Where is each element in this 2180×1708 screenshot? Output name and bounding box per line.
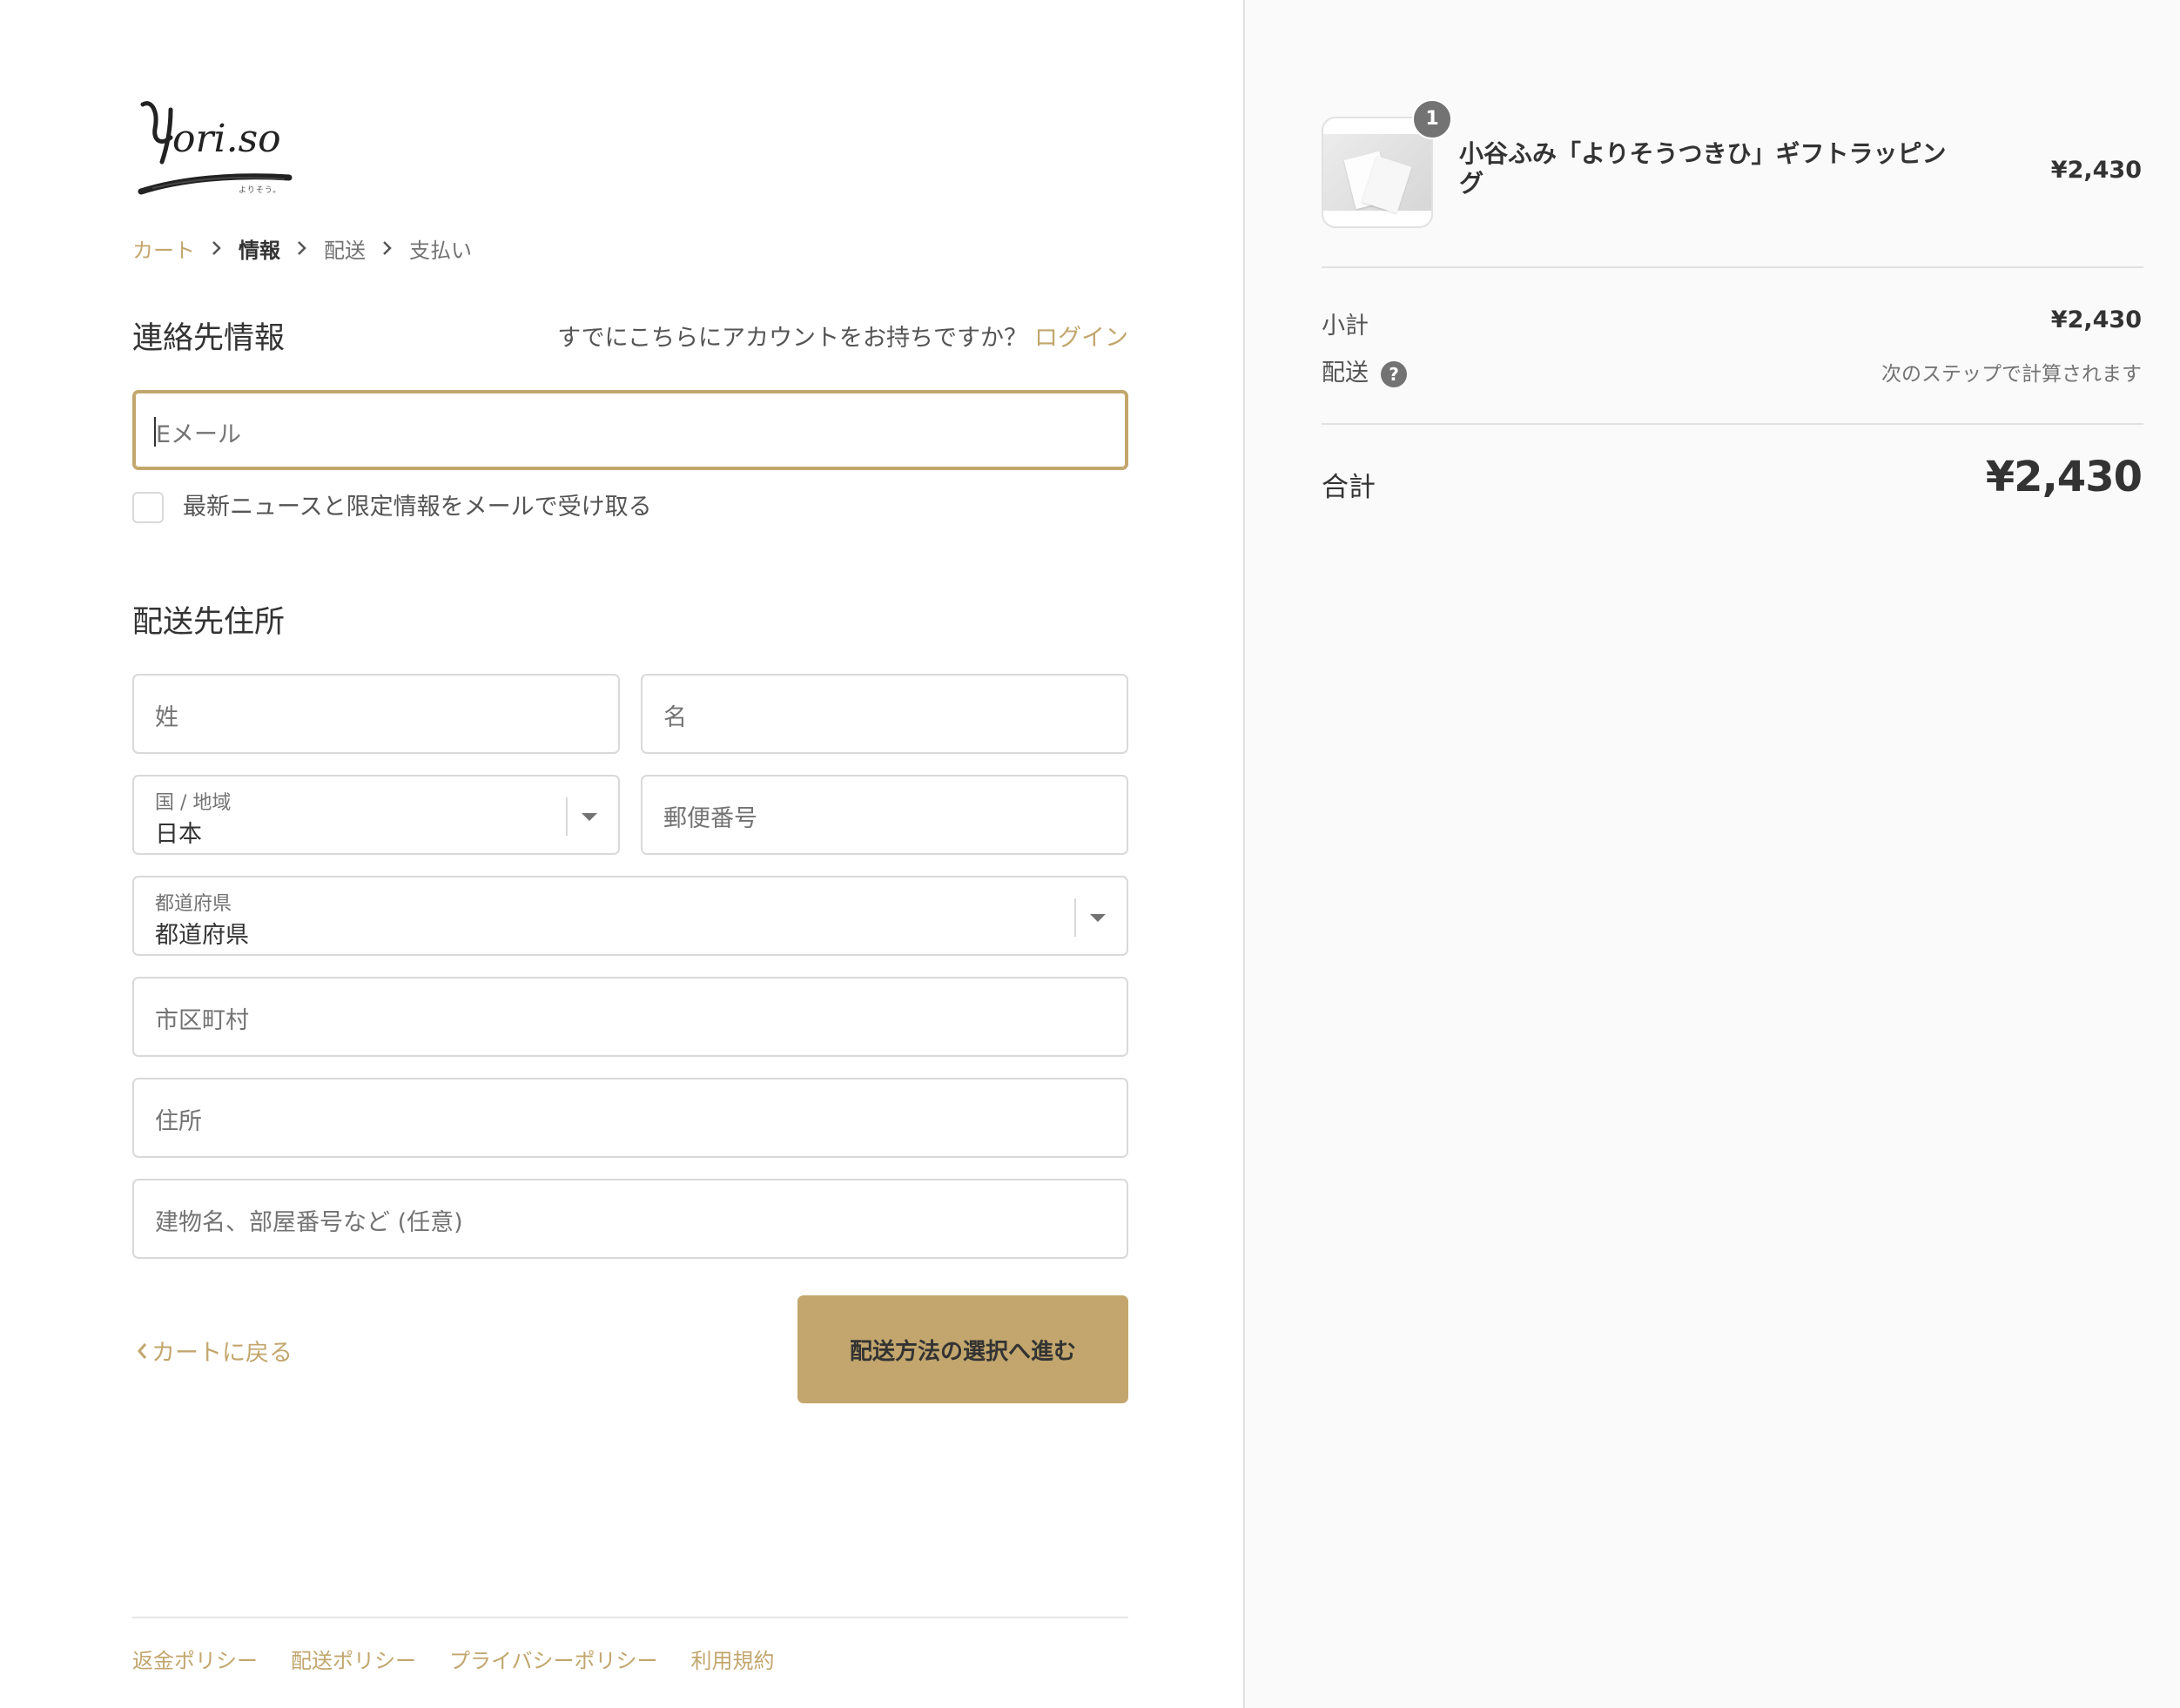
city-field[interactable]: 市区町村 xyxy=(132,977,1128,1057)
quantity-badge: 1 xyxy=(1412,99,1452,139)
chevron-left-icon xyxy=(138,1342,147,1359)
country-label: 国 / 地域 xyxy=(155,792,232,814)
back-to-cart-label: カートに戻る xyxy=(151,1340,293,1367)
postal-code-placeholder: 郵便番号 xyxy=(663,805,757,832)
privacy-policy-link[interactable]: プライバシーポリシー xyxy=(449,1644,658,1674)
last-name-placeholder: 姓 xyxy=(155,704,178,731)
total-value: ¥2,430 xyxy=(1985,453,2143,501)
login-link[interactable]: ログイン xyxy=(1034,325,1128,352)
prefecture-select[interactable]: 都道府県 都道府県 xyxy=(132,876,1128,956)
contact-title: 連絡先情報 xyxy=(132,321,286,356)
logo-tagline: よりそう。 xyxy=(239,186,282,195)
subtotal-value: ¥2,430 xyxy=(2050,306,2142,333)
chevron-down-icon xyxy=(582,813,597,821)
terms-link[interactable]: 利用規約 xyxy=(691,1644,775,1674)
breadcrumb-info: 情報 xyxy=(239,238,280,263)
chevron-down-icon xyxy=(1090,914,1106,922)
email-field[interactable]: Eメール xyxy=(132,390,1128,470)
breadcrumb-payment: 支払い xyxy=(409,238,472,263)
total-label: 合計 xyxy=(1322,472,1376,503)
chevron-right-icon xyxy=(212,241,221,255)
shipping-row: 配送? xyxy=(1322,353,1407,387)
newsletter-label[interactable]: 最新ニュースと限定情報をメールで受け取る xyxy=(183,492,652,523)
breadcrumb: カート 情報 配送 支払い xyxy=(132,233,472,263)
order-summary: 1 小谷ふみ「よりそうつきひ」ギフトラッピング ¥2,430 小計 ¥2,430… xyxy=(1243,0,2180,1708)
shipping-policy-link[interactable]: 配送ポリシー xyxy=(291,1644,416,1674)
shipping-label: 配送 xyxy=(1322,360,1369,387)
address-field[interactable]: 住所 xyxy=(132,1078,1128,1158)
email-placeholder: Eメール xyxy=(156,421,242,448)
postal-code-field[interactable]: 郵便番号 xyxy=(641,775,1128,855)
breadcrumb-cart[interactable]: カート xyxy=(132,233,195,264)
building-field[interactable]: 建物名、部屋番号など (任意) xyxy=(132,1179,1128,1259)
product-price: ¥2,430 xyxy=(2050,157,2142,184)
first-name-placeholder: 名 xyxy=(663,704,687,731)
product-name: 小谷ふみ「よりそうつきひ」ギフトラッピング xyxy=(1459,139,1947,198)
svg-text:ori.so: ori.so xyxy=(172,117,281,161)
prefecture-label: 都道府県 xyxy=(155,893,232,915)
last-name-field[interactable]: 姓 xyxy=(132,674,620,754)
country-value: 日本 xyxy=(155,821,202,848)
newsletter-checkbox[interactable] xyxy=(132,492,164,523)
address-placeholder: 住所 xyxy=(155,1108,202,1135)
shipping-value: 次のステップで計算されます xyxy=(1881,363,2142,386)
back-to-cart-link[interactable]: カートに戻る xyxy=(132,1334,293,1368)
continue-to-shipping-button[interactable]: 配送方法の選択へ進む xyxy=(797,1295,1128,1403)
summary-divider xyxy=(1322,423,2143,425)
help-icon[interactable]: ? xyxy=(1381,360,1407,387)
have-account-text: すでにこちらにアカウントをお持ちですか？ ログイン xyxy=(557,319,1128,353)
first-name-field[interactable]: 名 xyxy=(641,674,1128,754)
city-placeholder: 市区町村 xyxy=(155,1007,249,1034)
footer-divider xyxy=(132,1617,1128,1618)
select-divider xyxy=(566,797,568,836)
subtotal-label: 小計 xyxy=(1322,313,1369,340)
checkout-main: ori.so よりそう。 カート 情報 配送 支払い 連絡先情報 すでにこちらに… xyxy=(0,0,1243,1708)
breadcrumb-shipping: 配送 xyxy=(324,238,366,263)
country-select[interactable]: 国 / 地域 日本 xyxy=(132,775,620,855)
select-divider xyxy=(1074,898,1076,937)
prefecture-value: 都道府県 xyxy=(155,922,249,949)
chevron-right-icon xyxy=(298,241,306,255)
shipping-address-title: 配送先住所 xyxy=(132,605,286,640)
summary-divider xyxy=(1322,266,2143,268)
product-image xyxy=(1323,134,1431,214)
have-account-question: すでにこちらにアカウントをお持ちですか？ xyxy=(557,325,1027,352)
building-placeholder: 建物名、部屋番号など (任意) xyxy=(155,1209,463,1236)
footer-links: 返金ポリシー 配送ポリシー プライバシーポリシー 利用規約 xyxy=(132,1644,808,1674)
chevron-right-icon xyxy=(383,241,392,255)
refund-policy-link[interactable]: 返金ポリシー xyxy=(132,1644,258,1674)
product-thumbnail xyxy=(1322,117,1433,228)
